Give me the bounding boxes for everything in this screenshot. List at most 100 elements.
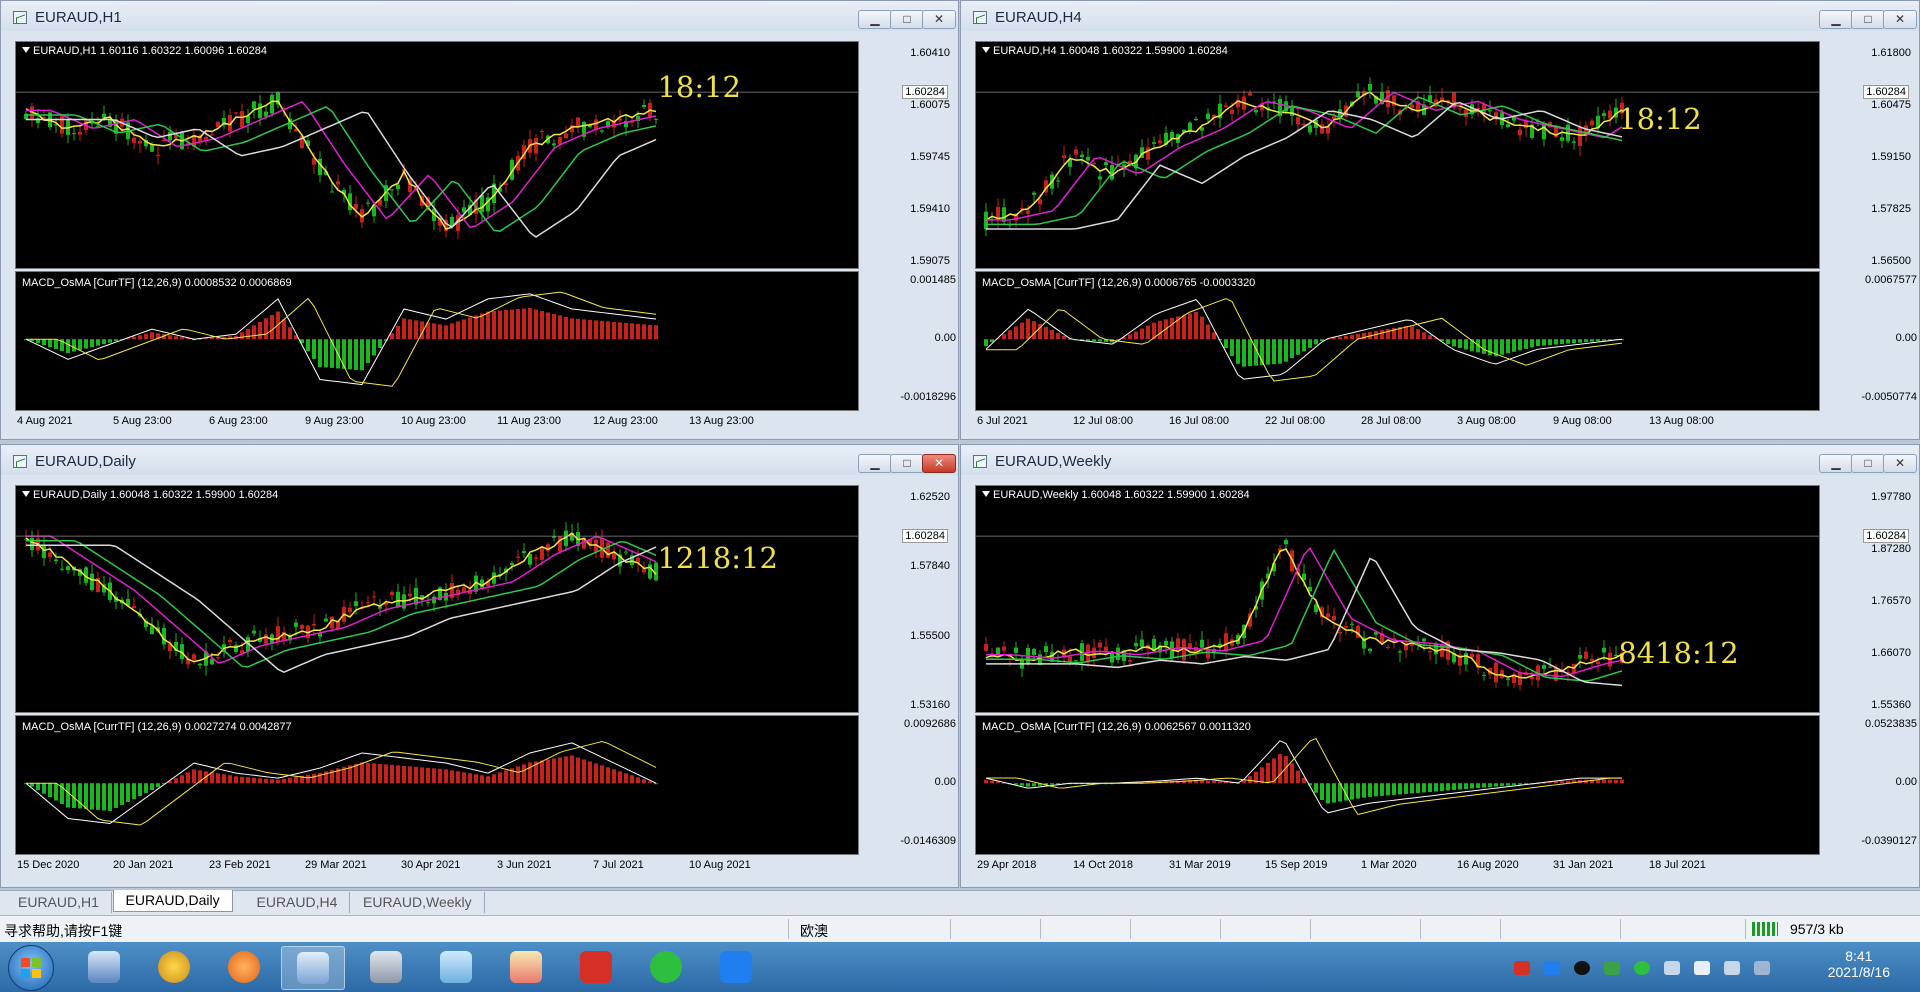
taskbar-app-wps[interactable] (565, 946, 627, 988)
candle-body (192, 654, 196, 660)
price-chart[interactable]: EURAUD,Weekly 1.60048 1.60322 1.59900 1.… (975, 485, 1820, 713)
macd-svg (984, 298, 1624, 382)
chart-menu-triangle-icon[interactable] (982, 47, 990, 53)
tab-euraud-weekly[interactable]: EURAUD,Weekly (351, 892, 485, 913)
macd-subwindow[interactable]: MACD_OsMA [CurrTF] (12,26,9) 0.0008532 0… (15, 271, 859, 411)
battery-tray-icon[interactable] (1754, 961, 1770, 975)
minimize-icon: ▁ (870, 456, 880, 470)
taskbar-app-5[interactable] (355, 946, 417, 988)
date-axis-label: 10 Aug 2021 (689, 859, 751, 871)
macd-histogram-bar (168, 335, 172, 340)
maximize-button[interactable]: □ (890, 10, 924, 29)
chart-window-d1[interactable]: EURAUD,Daily ▁ □ ✕ EURAUD,Daily 1.60048 … (0, 444, 959, 888)
macd-histogram-bar (1350, 334, 1354, 340)
macd-histogram-bar (1020, 322, 1024, 340)
date-axis-label: 13 Aug 23:00 (689, 415, 754, 427)
chart-menu-triangle-icon[interactable] (22, 47, 30, 53)
macd-histogram-bar (1326, 783, 1330, 804)
taskbar-app-wechat[interactable] (635, 946, 697, 988)
network-tray-icon[interactable] (1664, 961, 1680, 975)
close-button[interactable]: ✕ (922, 454, 956, 473)
candle-body (1296, 117, 1300, 125)
cloud-tray-icon[interactable] (1544, 961, 1560, 975)
close-button[interactable]: ✕ (1883, 10, 1917, 29)
taskbar-app-10[interactable] (705, 946, 767, 988)
candle-body (1398, 651, 1402, 653)
security-tray-icon[interactable] (1604, 961, 1620, 975)
minimize-button[interactable]: ▁ (1819, 10, 1853, 29)
minimize-button[interactable]: ▁ (858, 454, 892, 473)
macd-histogram-bar (270, 314, 274, 340)
chart-window-w1[interactable]: EURAUD,Weekly ▁ □ ✕ EURAUD,Weekly 1.6004… (960, 444, 1920, 888)
candle-body (1302, 124, 1306, 126)
macd-histogram-bar (1464, 339, 1468, 350)
macd-histogram-bar (186, 772, 190, 784)
macd-subwindow[interactable]: MACD_OsMA [CurrTF] (12,26,9) 0.0027274 0… (15, 715, 859, 855)
macd-histogram-bar (108, 339, 112, 343)
macd-histogram-bar (1278, 339, 1282, 364)
chart-window-h4[interactable]: EURAUD,H4 ▁ □ ✕ EURAUD,H4 1.60048 1.6032… (960, 0, 1920, 440)
price-axis-label: 1.57825 (1871, 203, 1911, 215)
chart-window-h1[interactable]: EURAUD,H1 ▁ □ ✕ EURAUD,H1 1.60116 1.6032… (0, 0, 959, 440)
wechat-tray-icon[interactable] (1634, 961, 1650, 975)
chart-menu-triangle-icon[interactable] (22, 491, 30, 497)
macd-histogram-bar (1566, 339, 1570, 344)
macd-histogram-bar (456, 771, 460, 784)
taskbar-app-6[interactable] (425, 946, 487, 988)
macd-histogram-bar (84, 783, 88, 809)
macd-subwindow[interactable]: MACD_OsMA [CurrTF] (12,26,9) 0.0006765 -… (975, 271, 1820, 411)
volume-tray-icon[interactable] (1694, 961, 1710, 975)
macd-histogram-bar (1512, 339, 1516, 352)
macd-histogram-bar (330, 339, 334, 368)
macd-histogram-bar (1506, 783, 1510, 786)
maximize-button[interactable]: □ (1851, 10, 1885, 29)
chart-menu-triangle-icon[interactable] (982, 491, 990, 497)
candle-body (1158, 140, 1162, 144)
taskbar-app-1[interactable] (73, 946, 135, 988)
price-chart[interactable]: EURAUD,H1 1.60116 1.60322 1.60096 1.6028… (15, 41, 859, 269)
candle-body (1074, 660, 1078, 662)
candle-body (1068, 656, 1072, 662)
close-button[interactable]: ✕ (922, 10, 956, 29)
macd-subwindow[interactable]: MACD_OsMA [CurrTF] (12,26,9) 0.0062567 0… (975, 715, 1820, 855)
minimize-button[interactable]: ▁ (858, 10, 892, 29)
taskbar-app-2[interactable] (143, 946, 205, 988)
tab-euraud-h1[interactable]: EURAUD,H1 (6, 892, 112, 913)
macd-histogram-bar (1140, 328, 1144, 340)
macd-header: MACD_OsMA [CurrTF] (12,26,9) 0.0062567 0… (982, 721, 1251, 733)
price-chart[interactable]: EURAUD,Daily 1.60048 1.60322 1.59900 1.6… (15, 485, 859, 713)
window-titlebar[interactable] (961, 1, 1919, 31)
window-titlebar[interactable] (1, 445, 958, 475)
window-titlebar[interactable] (1, 1, 958, 31)
macd-histogram-bar (1596, 339, 1600, 342)
macd-axis-label: 0.00 (1895, 776, 1917, 789)
candle-body (216, 657, 220, 659)
minimize-button[interactable]: ▁ (1819, 454, 1853, 473)
taskbar-app-7[interactable] (495, 946, 557, 988)
taskbar-app-3[interactable] (213, 946, 275, 988)
macd-svg (24, 741, 658, 826)
price-chart[interactable]: EURAUD,H4 1.60048 1.60322 1.59900 1.6028… (975, 41, 1820, 269)
price-chart-svg (976, 535, 1819, 691)
candle-body (330, 191, 334, 193)
maximize-button[interactable]: □ (1851, 454, 1885, 473)
qq-tray-icon[interactable] (1574, 961, 1590, 975)
tab-euraud-h4[interactable]: EURAUD,H4 (245, 892, 351, 913)
tab-euraud-daily[interactable]: EURAUD,Daily (112, 890, 233, 912)
macd-histogram-bar (990, 780, 994, 784)
macd-histogram-bar (1410, 783, 1414, 794)
keyboard-tray-icon[interactable] (1724, 961, 1740, 975)
macd-histogram-bar (1470, 783, 1474, 789)
windows-start-icon[interactable] (8, 945, 54, 991)
macd-histogram-bar (264, 318, 268, 340)
taskbar-clock[interactable]: 8:41 2021/8/16 (1828, 948, 1890, 980)
wps-tray-icon[interactable] (1514, 961, 1530, 975)
maximize-button[interactable]: □ (890, 454, 924, 473)
macd-histogram-bar (1026, 783, 1030, 787)
macd-histogram-bar (1392, 783, 1396, 795)
macd-histogram-bar (1086, 339, 1090, 341)
taskbar-app-metatrader[interactable] (281, 946, 345, 990)
close-button[interactable]: ✕ (1883, 454, 1917, 473)
chart-header: EURAUD,Daily 1.60048 1.60322 1.59900 1.6… (22, 489, 278, 501)
date-axis-label: 30 Apr 2021 (401, 859, 461, 871)
